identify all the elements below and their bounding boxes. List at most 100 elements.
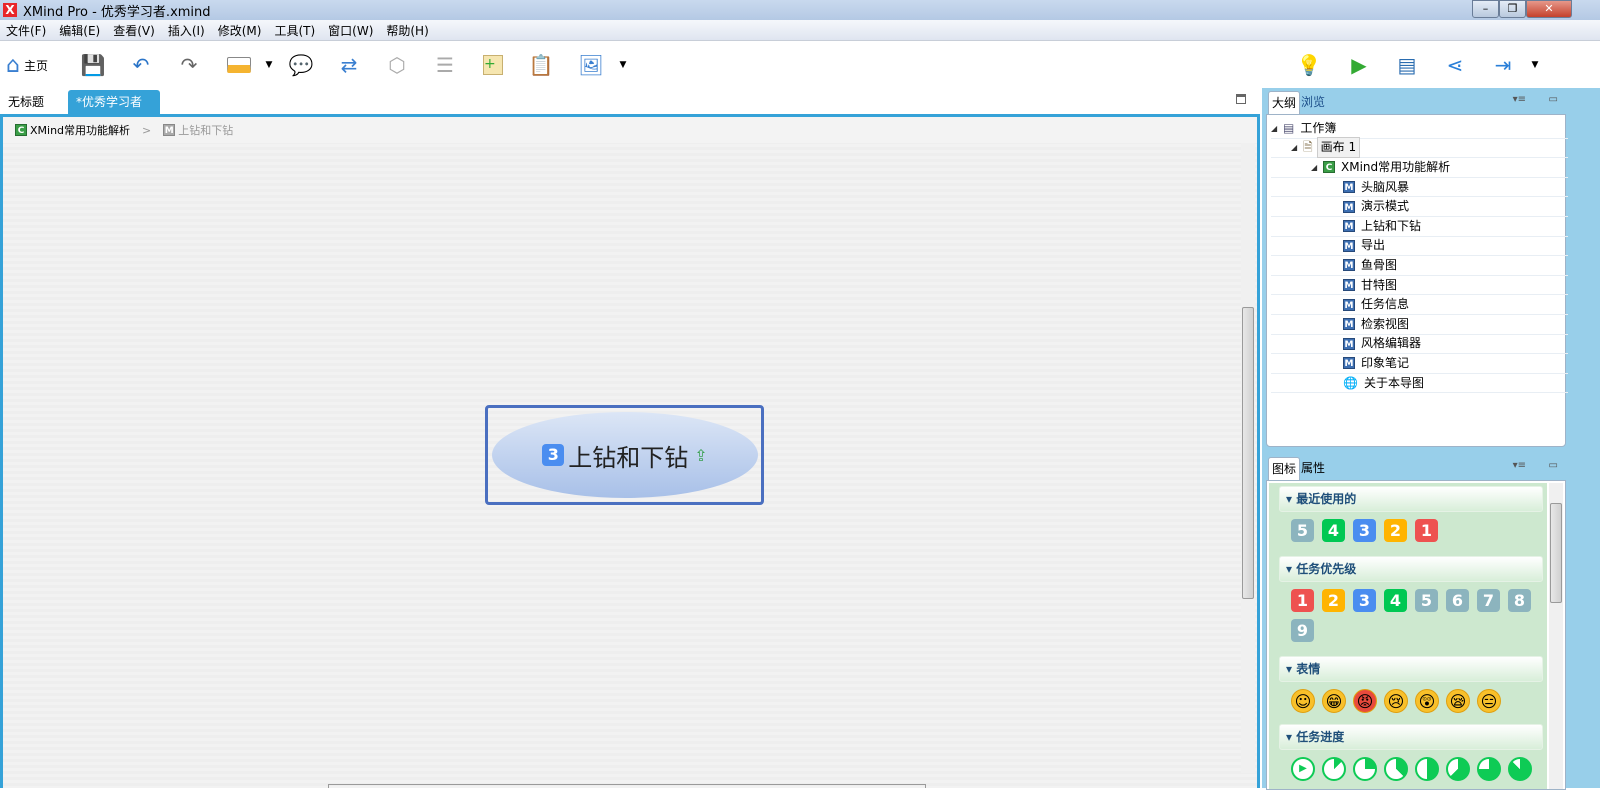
- central-topic[interactable]: 3 上钻和下钻 ⇪: [492, 412, 758, 498]
- share-button[interactable]: ⋖: [1442, 52, 1468, 78]
- tree-item[interactable]: M 导出: [1271, 237, 1568, 257]
- progress-4-of-8-icon[interactable]: [1415, 757, 1439, 781]
- vertical-scrollbar[interactable]: [1241, 143, 1255, 773]
- menu-file[interactable]: 文件(F): [6, 22, 46, 39]
- menu-tools[interactable]: 工具(T): [274, 22, 315, 39]
- redo-button[interactable]: ↷: [176, 52, 202, 78]
- boundary-button[interactable]: ⬡: [384, 52, 410, 78]
- priority-1-icon[interactable]: 1: [1415, 519, 1438, 542]
- progress-0-of-8-icon[interactable]: ▶: [1291, 757, 1315, 781]
- save-button[interactable]: 💾: [80, 52, 106, 78]
- menu-window[interactable]: 窗口(W): [328, 22, 373, 39]
- progress-5-of-8-icon[interactable]: [1446, 757, 1470, 781]
- horizontal-scrollbar[interactable]: [328, 784, 926, 788]
- expand-icon[interactable]: ◢: [1271, 119, 1283, 138]
- expand-icon[interactable]: ◢: [1311, 158, 1323, 177]
- group-priority-header[interactable]: ▾ 任务优先级: [1279, 556, 1543, 582]
- priority-9-icon[interactable]: 9: [1291, 619, 1314, 642]
- tree-canvas[interactable]: ◢ 🗎 画布 1: [1271, 137, 1568, 159]
- drill-up-icon[interactable]: ⇪: [694, 446, 707, 465]
- note-button[interactable]: +: [480, 52, 506, 78]
- tree-item[interactable]: 🌐 关于本导图: [1271, 374, 1568, 394]
- surprise-icon[interactable]: 😲: [1415, 689, 1439, 713]
- priority-1-icon[interactable]: 1: [1291, 589, 1314, 612]
- export-button[interactable]: ⇥: [1490, 52, 1516, 78]
- home-button[interactable]: ⌂ 主页: [6, 52, 66, 78]
- topic-dropdown[interactable]: ▼: [262, 52, 276, 78]
- mindmap-canvas[interactable]: C XMind常用功能解析 > M 上钻和下钻 3 上钻和下钻 ⇪: [0, 114, 1260, 788]
- neutral-icon[interactable]: 😑: [1477, 689, 1501, 713]
- progress-3-of-8-icon[interactable]: [1384, 757, 1408, 781]
- tree-item[interactable]: M 甘特图: [1271, 276, 1568, 296]
- priority-2-icon[interactable]: 2: [1322, 589, 1345, 612]
- priority-7-icon[interactable]: 7: [1477, 589, 1500, 612]
- summary-button[interactable]: ☰: [432, 52, 458, 78]
- undo-button[interactable]: ↶: [128, 52, 154, 78]
- tree-item[interactable]: M 检索视图: [1271, 315, 1568, 335]
- group-progress-header[interactable]: ▾ 任务进度: [1279, 724, 1543, 750]
- priority-5-icon[interactable]: 5: [1291, 519, 1314, 542]
- scrollbar-thumb[interactable]: [1550, 503, 1562, 603]
- priority-3-icon[interactable]: 3: [1353, 519, 1376, 542]
- progress-7-of-8-icon[interactable]: [1508, 757, 1532, 781]
- menu-modify[interactable]: 修改(M): [218, 22, 262, 39]
- menu-view[interactable]: 查看(V): [113, 22, 155, 39]
- gantt-button[interactable]: ▤: [1394, 52, 1420, 78]
- export-dropdown[interactable]: ▼: [1528, 52, 1542, 78]
- tab-browse[interactable]: 浏览: [1298, 91, 1328, 115]
- sleepy-icon[interactable]: 😪: [1446, 689, 1470, 713]
- tab-properties[interactable]: 属性: [1298, 457, 1328, 481]
- priority-5-icon[interactable]: 5: [1415, 589, 1438, 612]
- tree-item[interactable]: M 印象笔记: [1271, 354, 1568, 374]
- tab-untitled[interactable]: 无标题: [0, 90, 52, 114]
- restore-button[interactable]: ❐: [1499, 0, 1526, 18]
- insert-topic-button[interactable]: [226, 52, 252, 78]
- progress-2-of-8-icon[interactable]: [1353, 757, 1377, 781]
- angry-icon[interactable]: 😡: [1353, 689, 1377, 713]
- task-button[interactable]: 📋: [528, 52, 554, 78]
- tree-item[interactable]: M 任务信息: [1271, 295, 1568, 315]
- breadcrumb-root[interactable]: XMind常用功能解析: [30, 122, 130, 138]
- tree-item[interactable]: M 上钻和下钻: [1271, 217, 1568, 237]
- callout-button[interactable]: 💬: [288, 52, 314, 78]
- priority-2-icon[interactable]: 2: [1384, 519, 1407, 542]
- progress-1-of-8-icon[interactable]: [1322, 757, 1346, 781]
- priority-8-icon[interactable]: 8: [1508, 589, 1531, 612]
- tree-workbook[interactable]: ◢ ▤ 工作簿: [1271, 119, 1568, 139]
- smile-icon[interactable]: ☺: [1291, 689, 1315, 713]
- priority-6-icon[interactable]: 6: [1446, 589, 1469, 612]
- grin-icon[interactable]: 😁: [1322, 689, 1346, 713]
- group-emotion-header[interactable]: ▾ 表情: [1279, 656, 1543, 682]
- tab-icons[interactable]: 图标: [1268, 457, 1301, 481]
- priority-3-icon[interactable]: 3: [1353, 589, 1376, 612]
- minimize-panel-icon[interactable]: ▭: [1549, 94, 1558, 105]
- central-topic-selection[interactable]: 3 上钻和下钻 ⇪: [485, 405, 764, 505]
- breadcrumb-current[interactable]: 上钻和下钻: [178, 122, 233, 138]
- cry-icon[interactable]: 😢: [1384, 689, 1408, 713]
- progress-6-of-8-icon[interactable]: [1477, 757, 1501, 781]
- scrollbar-thumb[interactable]: [1242, 307, 1254, 599]
- menu-help[interactable]: 帮助(H): [386, 22, 428, 39]
- priority-4-icon[interactable]: 4: [1384, 589, 1407, 612]
- tab-outline[interactable]: 大纲: [1268, 91, 1301, 115]
- minimize-button[interactable]: –: [1472, 0, 1499, 18]
- menu-edit[interactable]: 编辑(E): [59, 22, 100, 39]
- menu-insert[interactable]: 插入(I): [168, 22, 205, 39]
- relationship-button[interactable]: ⇄: [336, 52, 362, 78]
- tree-item[interactable]: M 鱼骨图: [1271, 256, 1568, 276]
- view-menu-icon[interactable]: ▾≡: [1513, 460, 1526, 471]
- minimize-panel-icon[interactable]: ▭: [1549, 460, 1558, 471]
- tree-root[interactable]: ◢ C XMind常用功能解析: [1271, 158, 1568, 178]
- image-dropdown[interactable]: ▼: [616, 52, 630, 78]
- expand-icon[interactable]: ◢: [1291, 138, 1303, 157]
- tree-item[interactable]: M 风格编辑器: [1271, 335, 1568, 355]
- brainstorm-button[interactable]: 💡: [1296, 52, 1322, 78]
- tree-item[interactable]: M 演示模式: [1271, 197, 1568, 217]
- view-menu-icon[interactable]: ▾≡: [1513, 94, 1526, 105]
- group-recent-header[interactable]: ▾ 最近使用的: [1279, 486, 1543, 512]
- maximize-editor-icon[interactable]: [1236, 94, 1246, 104]
- tree-item[interactable]: M 头脑风暴: [1271, 178, 1568, 198]
- priority-4-icon[interactable]: 4: [1322, 519, 1345, 542]
- close-window-button[interactable]: ✕: [1526, 0, 1572, 18]
- tab-active[interactable]: *优秀学习者 ✕: [68, 90, 160, 133]
